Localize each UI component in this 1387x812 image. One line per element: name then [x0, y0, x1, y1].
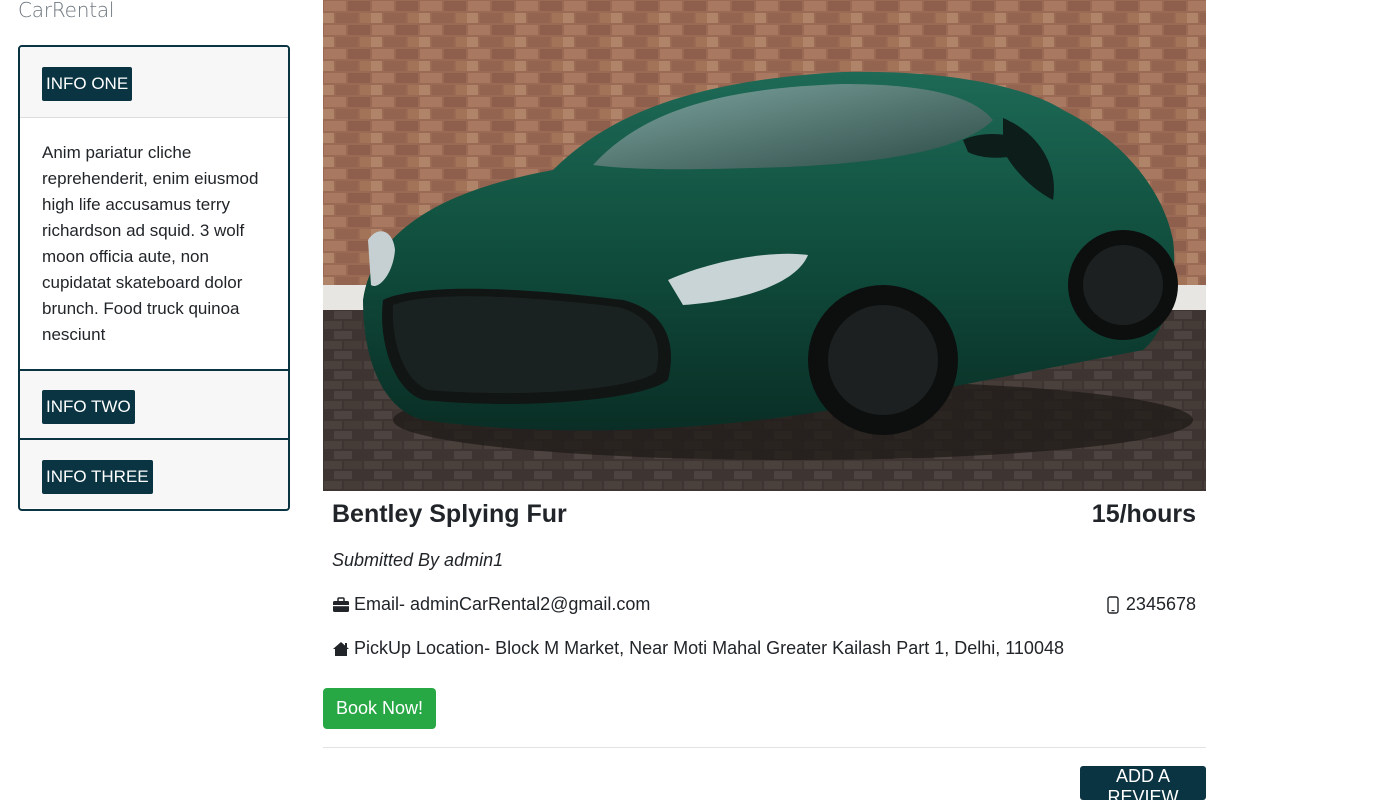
accordion-body-info-one: Anim pariatur cliche reprehenderit, enim… [42, 143, 259, 344]
info-two-button[interactable]: INFO TWO [42, 390, 135, 424]
phone-text: 2345678 [1125, 594, 1196, 614]
info-one-button[interactable]: INFO ONE [42, 67, 133, 101]
accordion-header-info-three: INFO THREE [20, 438, 288, 508]
house-icon [332, 640, 350, 658]
book-now-button[interactable]: Book Now! [323, 688, 436, 729]
phone-row: 2345678 [1106, 594, 1196, 615]
pickup-row: PickUp Location- Block M Market, Near Mo… [332, 638, 1064, 659]
pickup-text: PickUp Location- Block M Market, Near Mo… [354, 638, 1064, 658]
add-review-button[interactable]: ADD A REVIEW [1080, 766, 1206, 807]
divider [323, 747, 1206, 748]
info-accordion: INFO ONE Anim pariatur cliche reprehende… [18, 45, 290, 511]
briefcase-icon [332, 596, 350, 614]
brand-logo[interactable]: CarRental [18, 0, 114, 22]
accordion-header-info-one: INFO ONE [20, 47, 288, 118]
car-title: Bentley Splying Fur [332, 500, 567, 528]
email-text: Email- adminCarRental2@gmail.com [354, 594, 651, 614]
submitted-by: Submitted By admin1 [332, 550, 504, 570]
accordion-header-info-two: INFO TWO [20, 369, 288, 438]
mobile-phone-icon [1106, 595, 1120, 614]
car-price: 15/hours [1091, 500, 1196, 528]
car-image [323, 0, 1206, 491]
email-row: Email- adminCarRental2@gmail.com [332, 594, 650, 615]
info-three-button[interactable]: INFO THREE [42, 460, 153, 494]
